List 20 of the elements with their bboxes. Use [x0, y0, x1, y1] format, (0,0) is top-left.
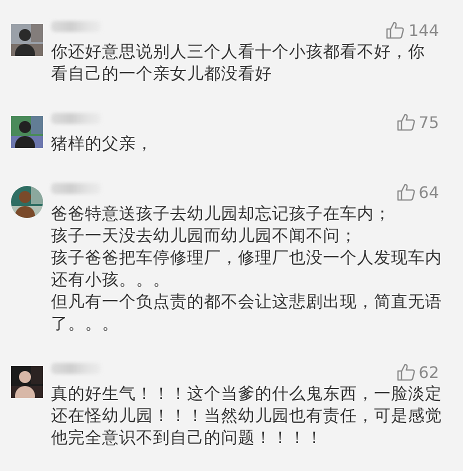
- comment-line: 爸爸特意送孩子去幼儿园却忘记孩子在车内；: [51, 203, 392, 225]
- comment-line: 但凡有一个负点责的都不会让这悲剧出现，简直无语了。。。: [51, 291, 443, 335]
- like-count: 64: [418, 182, 439, 202]
- blurred-name: [51, 183, 101, 194]
- comment-line: 猪样的父亲，: [51, 133, 154, 155]
- like-count: 75: [418, 112, 439, 132]
- comment-line: 看自己的一个亲女儿都没看好: [51, 63, 273, 85]
- blurred-name: [51, 363, 101, 374]
- thumbs-up-icon[interactable]: [385, 20, 406, 40]
- like-count: 62: [418, 362, 439, 382]
- like-count: 144: [408, 20, 439, 40]
- blurred-name: [51, 21, 101, 32]
- comment-line: 你还好意思说别人三个人看十个小孩都看不好，你: [51, 41, 426, 63]
- thumbs-up-icon[interactable]: [396, 112, 416, 132]
- comment-line: 真的好生气！！！这个当爹的什么鬼东西，一脸淡定还在怪幼儿园！！！当然幼儿园也有责任，可是感觉他完全意识不到自己的问题！！！！: [51, 383, 443, 449]
- thumbs-up-icon[interactable]: [396, 362, 416, 382]
- thumbs-up-icon[interactable]: [396, 182, 416, 202]
- blurred-name: [51, 113, 101, 124]
- comment-line: 孩子爸爸把车停修理厂，修理厂也没一个人发现车内还有小孩。。。: [51, 247, 443, 291]
- comment-line: 孩子一天没去幼儿园而幼儿园不闻不问；: [51, 225, 358, 247]
